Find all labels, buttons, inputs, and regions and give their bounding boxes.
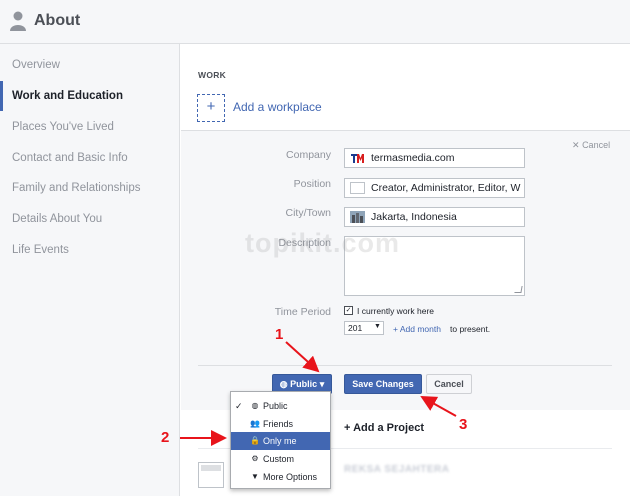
save-changes-button[interactable]: Save Changes: [344, 374, 422, 394]
company-field[interactable]: termasmedia.com: [344, 148, 525, 168]
checkmark-icon: ✓: [235, 401, 243, 411]
privacy-option-custom[interactable]: ⚙ Custom: [231, 450, 330, 468]
privacy-option-public[interactable]: ✓ ◍ Public: [231, 397, 330, 415]
caret-down-icon: ▼: [374, 323, 381, 330]
lock-icon: 🔒: [250, 436, 260, 445]
year-select[interactable]: 201 ▼: [344, 321, 384, 335]
termasmedia-logo-icon: [350, 152, 365, 164]
annotation-number-2: 2: [161, 429, 170, 446]
work-section-heading: WORK: [198, 70, 227, 80]
city-label: City/Town: [285, 207, 331, 219]
thumbnail-bar: [201, 465, 221, 471]
globe-icon: ◍: [279, 379, 288, 389]
page-title: About: [34, 12, 81, 29]
add-project-link[interactable]: + Add a Project: [344, 422, 424, 434]
close-icon: ✕: [572, 140, 580, 150]
privacy-dropdown-menu: ✓ ◍ Public 👥 Friends 🔒 Only me ⚙ Custom …: [230, 391, 331, 489]
position-icon: [350, 182, 365, 194]
city-photo-icon: [350, 211, 365, 223]
annotation-number-1: 1: [275, 326, 284, 343]
position-label: Position: [293, 178, 331, 190]
sidebar-item-work-and-education[interactable]: Work and Education: [0, 81, 179, 111]
currently-work-checkbox[interactable]: ✓: [344, 306, 353, 315]
resize-grip-icon[interactable]: [514, 286, 523, 293]
sidebar-item-details-about-you[interactable]: Details About You: [0, 204, 179, 234]
company-label: Company: [286, 149, 331, 161]
privacy-option-only-me[interactable]: 🔒 Only me: [231, 432, 330, 450]
sidebar-item-family-relationships[interactable]: Family and Relationships: [0, 173, 179, 203]
caret-down-icon: ▾: [319, 379, 325, 389]
add-workplace-button[interactable]: +: [197, 94, 225, 122]
person-icon: [10, 11, 26, 31]
gear-icon: ⚙: [251, 454, 259, 463]
cancel-edit-link[interactable]: ✕ Cancel: [572, 140, 610, 151]
caret-down-icon: ▼: [251, 472, 259, 481]
page-header: [0, 0, 630, 44]
cancel-button[interactable]: Cancel: [426, 374, 472, 394]
position-field[interactable]: Creator, Administrator, Editor, W: [344, 178, 525, 198]
currently-work-label: I currently work here: [357, 306, 434, 316]
workplace-thumbnail: [198, 462, 224, 488]
privacy-option-friends[interactable]: 👥 Friends: [231, 415, 330, 433]
add-month-link[interactable]: + Add month: [393, 324, 441, 334]
add-workplace-link[interactable]: Add a workplace: [233, 100, 322, 114]
to-present-text: to present.: [450, 324, 491, 334]
plus-icon: +: [206, 98, 216, 115]
sidebar-item-life-events[interactable]: Life Events: [0, 235, 179, 265]
city-field[interactable]: Jakarta, Indonesia: [344, 207, 525, 227]
divider: [198, 365, 612, 366]
workplace-entry-name[interactable]: REKSA SEJAHTERA: [344, 464, 449, 475]
privacy-option-more[interactable]: ▼ More Options: [231, 468, 330, 486]
sidebar-item-places-lived[interactable]: Places You've Lived: [0, 112, 179, 142]
globe-icon: ◍: [251, 401, 259, 410]
annotation-number-3: 3: [459, 416, 468, 433]
sidebar: Overview Work and Education Places You'v…: [0, 44, 180, 496]
time-period-label: Time Period: [274, 306, 331, 318]
watermark: topikit.com: [245, 228, 401, 258]
friends-icon: 👥: [250, 419, 260, 428]
sidebar-item-contact-info[interactable]: Contact and Basic Info: [0, 143, 179, 173]
sidebar-item-overview[interactable]: Overview: [0, 50, 179, 80]
